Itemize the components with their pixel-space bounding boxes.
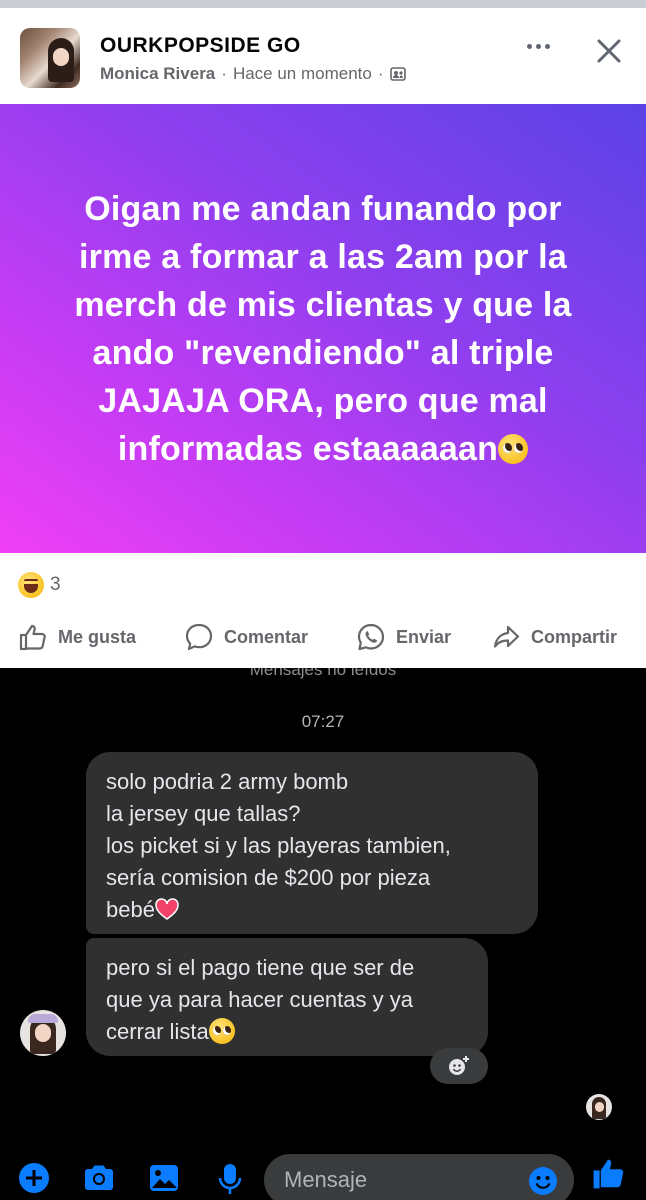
add-reaction-icon [449, 1056, 469, 1075]
post-timestamp[interactable]: Hace un momento [233, 64, 372, 84]
post-meta: Monica Rivera · Hace un momento · [100, 64, 406, 84]
message-input-placeholder: Mensaje [284, 1167, 368, 1192]
post-text-line: Oigan me andan funando por [84, 189, 562, 228]
post-text: Oigan me andan funando por irme a formar… [74, 185, 571, 473]
post-text-line: JAJAJA ORA, pero que mal [98, 381, 548, 420]
messenger-chat: Mensajes no leídos 07:27 solo podria 2 a… [0, 668, 646, 1200]
message-line: bebé [106, 897, 155, 922]
add-reaction-button[interactable] [430, 1048, 488, 1084]
send-button[interactable]: Enviar [356, 622, 451, 652]
message-line: cerrar lista [106, 1019, 209, 1044]
comment-bubble-icon [185, 623, 213, 651]
message-line: los picket si y las playeras tambien, [106, 833, 451, 858]
thumbs-up-icon [19, 624, 46, 651]
more-options-icon[interactable] [522, 34, 554, 58]
like-button[interactable]: Me gusta [18, 622, 136, 652]
post-header: OURKPOPSIDE GO Monica Rivera · Hace un m… [0, 8, 646, 104]
microphone-icon[interactable] [216, 1162, 244, 1196]
message-timestamp: 07:27 [301, 712, 345, 731]
message-bubble[interactable]: pero si el pago tiene que ser de que ya … [86, 938, 488, 1056]
whatsapp-icon [357, 623, 385, 651]
unread-messages-divider: Mensajes no leídos [249, 668, 397, 679]
comment-label: Comentar [224, 626, 309, 647]
post-text-line: informadas estaaaaaan [117, 429, 499, 468]
camera-icon[interactable] [82, 1162, 116, 1194]
send-label: Enviar [396, 626, 452, 647]
reaction-summary[interactable]: 3 [18, 572, 61, 598]
top-divider [0, 0, 646, 8]
post-text-line: ando "revendiendo" al triple [92, 333, 554, 372]
post-background: Oigan me andan funando por irme a formar… [0, 104, 646, 553]
reaction-count: 3 [50, 574, 61, 595]
sender-avatar[interactable] [20, 1010, 66, 1056]
pleading-face-emoji-icon [208, 1018, 235, 1044]
message-line: la jersey que tallas? [106, 801, 301, 826]
post-text-line: merch de mis clientas y que la [74, 285, 572, 324]
read-receipt-avatar [586, 1094, 612, 1120]
meta-separator: · [377, 64, 384, 83]
meta-separator: · [221, 64, 227, 83]
post-action-bar: Me gusta Comentar Enviar Compartir [0, 612, 646, 662]
message-composer: Mensaje [0, 1152, 646, 1200]
post-text-line: irme a formar a las 2am por la [79, 237, 567, 276]
message-line: sería comision de $200 por pieza [106, 865, 431, 890]
facebook-post-card: OURKPOPSIDE GO Monica Rivera · Hace un m… [0, 0, 646, 668]
emoji-icon[interactable] [528, 1166, 558, 1196]
message-line: solo podria 2 army bomb [106, 769, 349, 794]
share-arrow-icon [493, 625, 520, 648]
comment-button[interactable]: Comentar [184, 622, 308, 652]
author-name[interactable]: Monica Rivera [100, 64, 215, 84]
close-icon[interactable] [594, 36, 624, 66]
heart-emoji-icon [155, 898, 179, 920]
group-name[interactable]: OURKPOPSIDE GO [100, 34, 301, 58]
message-line: que ya para hacer cuentas y ya [106, 987, 413, 1012]
like-label: Me gusta [58, 626, 137, 647]
thumbs-up-send-icon[interactable] [590, 1156, 626, 1192]
message-bubble[interactable]: solo podria 2 army bomb la jersey que ta… [86, 752, 538, 934]
gallery-icon[interactable] [148, 1162, 180, 1194]
share-label: Compartir [531, 626, 618, 647]
share-button[interactable]: Compartir [491, 622, 617, 652]
plus-icon[interactable] [18, 1162, 50, 1194]
message-line: pero si el pago tiene que ser de [106, 955, 415, 980]
haha-reaction-icon [18, 572, 44, 598]
message-input[interactable]: Mensaje [264, 1154, 574, 1200]
pleading-face-emoji-icon [498, 433, 529, 464]
group-privacy-icon [389, 67, 406, 81]
group-avatar[interactable] [20, 28, 80, 88]
